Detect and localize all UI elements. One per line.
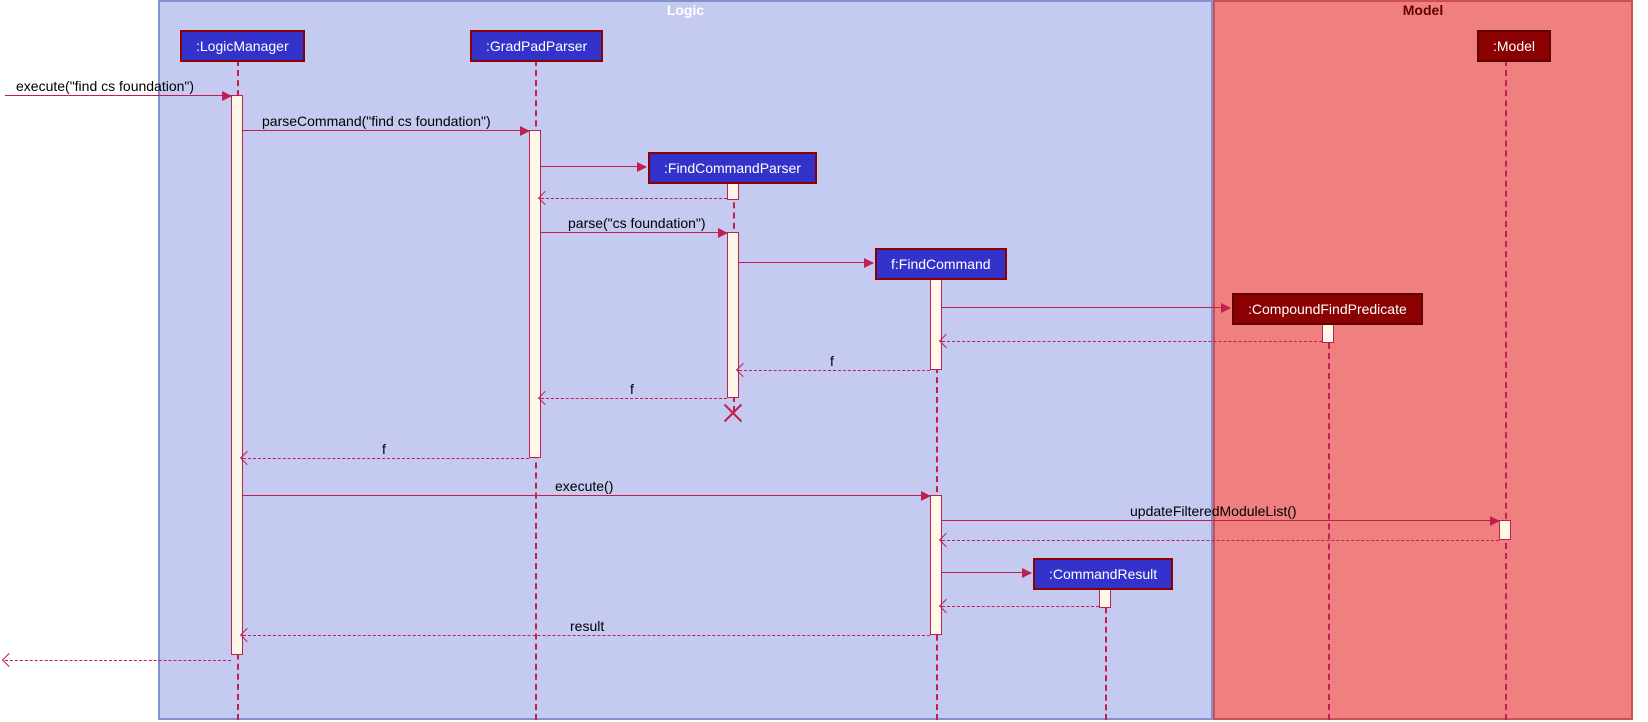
activation-find-command-1 <box>930 278 942 370</box>
arrow-result <box>243 635 930 636</box>
arrow-return-f2 <box>541 398 727 399</box>
arrow-update-filtered <box>942 520 1499 521</box>
arrow-parse <box>541 232 727 233</box>
arrow-final-return <box>5 660 231 661</box>
label-return-f2: f <box>630 381 634 397</box>
arrow-parse-command <box>243 130 529 131</box>
label-parse: parse("cs foundation") <box>568 215 706 231</box>
label-execute1: execute("find cs foundation") <box>16 78 194 94</box>
activation-model <box>1499 520 1511 540</box>
arrow-create-find-command <box>739 262 873 263</box>
arrow-execute1 <box>5 95 231 96</box>
arrow-return-f1 <box>739 370 930 371</box>
label-return-f3: f <box>382 441 386 457</box>
destroy-find-command-parser <box>721 402 745 426</box>
arrow-return-find-command-parser <box>541 198 727 199</box>
activation-command-result <box>1099 588 1111 608</box>
activation-find-command-2 <box>930 495 942 635</box>
label-result: result <box>570 618 604 634</box>
participant-command-result: :CommandResult <box>1033 558 1173 590</box>
participant-model: :Model <box>1477 30 1551 62</box>
lifeline-model <box>1505 60 1507 720</box>
arrow-create-compound-predicate <box>942 307 1230 308</box>
arrow-return-compound-predicate <box>942 341 1322 342</box>
activation-gradpad-parser <box>529 130 541 458</box>
frame-logic-title: Logic <box>657 0 714 20</box>
participant-compound-find-predicate: :CompoundFindPredicate <box>1232 293 1423 325</box>
frame-model: Model <box>1213 0 1633 720</box>
arrow-return-update-filtered <box>942 540 1499 541</box>
arrow-execute2 <box>243 495 930 496</box>
label-parse-command: parseCommand("find cs foundation") <box>262 113 491 129</box>
lifeline-compound-find-predicate <box>1328 323 1330 720</box>
participant-gradpad-parser: :GradPadParser <box>470 30 603 62</box>
frame-logic: Logic <box>158 0 1213 720</box>
arrow-return-command-result <box>942 606 1099 607</box>
label-execute2: execute() <box>555 478 613 494</box>
activation-logic-manager <box>231 95 243 655</box>
activation-find-command-parser-2 <box>727 232 739 398</box>
arrow-create-command-result <box>942 572 1031 573</box>
frame-model-title: Model <box>1393 0 1453 20</box>
activation-find-command-parser-1 <box>727 182 739 200</box>
participant-find-command: f:FindCommand <box>875 248 1007 280</box>
arrow-create-find-command-parser <box>541 166 646 167</box>
participant-find-command-parser: :FindCommandParser <box>648 152 817 184</box>
participant-logic-manager: :LogicManager <box>180 30 305 62</box>
label-return-f1: f <box>830 353 834 369</box>
activation-compound-find-predicate <box>1322 323 1334 343</box>
arrow-return-f3 <box>243 458 529 459</box>
label-update-filtered: updateFilteredModuleList() <box>1130 503 1297 519</box>
